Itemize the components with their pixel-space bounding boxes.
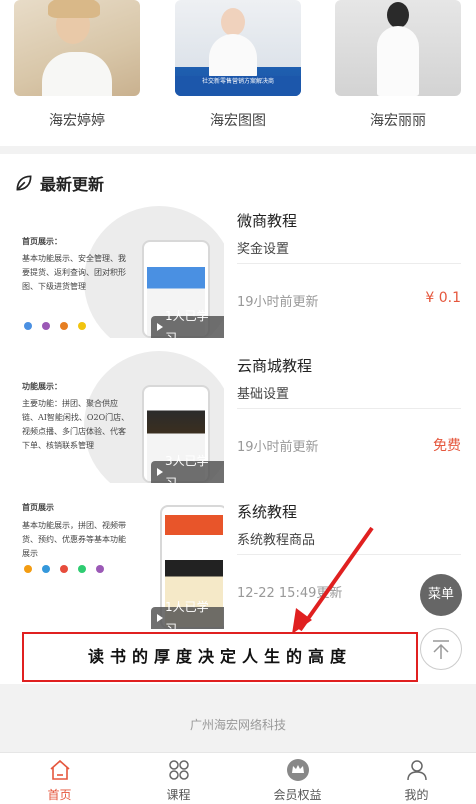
back-to-top-button[interactable] bbox=[420, 628, 462, 670]
thumbnail-doc: 首页展示： 基本功能展示、安全管理、我要提货、返利查询、团对积形图、下级进货管理 bbox=[22, 236, 126, 291]
course-update-time: 19小时前更新 bbox=[237, 440, 319, 455]
arrow-up-icon bbox=[433, 640, 449, 659]
home-icon bbox=[49, 759, 70, 780]
teacher-banner: 社交新零售营销方案解决商 bbox=[175, 76, 301, 96]
course-thumbnail: 首页展示 基本功能展示，拼团、视频带货、预约、优惠券等基本功能展示 1人已学习 bbox=[14, 497, 224, 629]
tab-membership[interactable]: 会员权益 bbox=[238, 753, 357, 804]
crown-icon bbox=[286, 759, 309, 781]
teacher-card[interactable]: 海宏婷婷 bbox=[14, 0, 140, 130]
course-item[interactable]: 功能展示： 主要功能：拼团、聚合供应链、AI智能闲找、O2O门店、视频点播、多门… bbox=[0, 351, 476, 493]
teacher-name: 海宏婷婷 bbox=[49, 113, 105, 129]
course-title: 云商城教程 bbox=[237, 357, 313, 375]
tab-home[interactable]: 首页 bbox=[0, 753, 119, 804]
section-title: 最新更新 bbox=[40, 175, 105, 194]
course-update-time: 19小时前更新 bbox=[237, 295, 319, 310]
teacher-photo bbox=[335, 0, 461, 96]
thumbnail-doc: 功能展示： 主要功能：拼团、聚合供应链、AI智能闲找、O2O门店、视频点播、多门… bbox=[22, 381, 130, 450]
teacher-strip: 海宏婷婷 社交新零售营销方案解决商 海宏图图 海宏丽丽 bbox=[0, 0, 476, 146]
leaf-icon bbox=[16, 175, 32, 191]
teacher-card[interactable]: 海宏丽丽 bbox=[335, 0, 461, 130]
course-thumbnail: 首页展示： 基本功能展示、安全管理、我要提货、返利查询、团对积形图、下级进货管理… bbox=[14, 206, 224, 338]
play-icon bbox=[157, 468, 163, 476]
motto-banner: 读书的厚度决定人生的高度 bbox=[22, 632, 418, 682]
course-subtitle: 奖金设置 bbox=[237, 238, 461, 264]
learners-badge: 1人已学习 bbox=[151, 600, 224, 629]
course-title: 微商教程 bbox=[237, 212, 298, 230]
course-item[interactable]: 首页展示： 基本功能展示、安全管理、我要提货、返利查询、团对积形图、下级进货管理… bbox=[0, 206, 476, 348]
course-price: 免费 bbox=[433, 438, 461, 454]
menu-button[interactable]: 菜单 bbox=[420, 574, 462, 616]
bottom-tab-bar: 首页 课程 会员权益 我的 bbox=[0, 752, 476, 804]
teacher-name: 海宏图图 bbox=[210, 113, 266, 129]
section-header: 最新更新 bbox=[14, 172, 104, 194]
company-footer: 广州海宏网络科技 bbox=[189, 718, 286, 732]
course-title: 系统教程 bbox=[237, 503, 298, 521]
tab-courses[interactable]: 课程 bbox=[119, 753, 238, 804]
grid-icon bbox=[168, 760, 189, 780]
teacher-card[interactable]: 社交新零售营销方案解决商 海宏图图 bbox=[175, 0, 301, 130]
teacher-name: 海宏丽丽 bbox=[370, 113, 426, 129]
course-subtitle: 基础设置 bbox=[237, 383, 461, 409]
play-icon bbox=[157, 614, 163, 622]
learners-badge: 1人已学习 bbox=[151, 309, 224, 338]
course-price: ¥ 0.1 bbox=[425, 290, 461, 306]
teacher-photo: 社交新零售营销方案解决商 bbox=[175, 0, 301, 96]
latest-updates-section: 最新更新 首页展示： 基本功能展示、安全管理、我要提货、返利查询、团对积形图、下… bbox=[0, 154, 476, 684]
course-update-time: 12-22 15:49更新 bbox=[237, 586, 343, 601]
play-icon bbox=[157, 323, 163, 331]
course-thumbnail: 功能展示： 主要功能：拼团、聚合供应链、AI智能闲找、O2O门店、视频点播、多门… bbox=[14, 351, 224, 483]
learners-badge: 3人已学习 bbox=[151, 454, 224, 483]
teacher-photo bbox=[14, 0, 140, 96]
user-icon bbox=[406, 760, 427, 781]
course-item[interactable]: 首页展示 基本功能展示，拼团、视频带货、预约、优惠券等基本功能展示 1人已学习 … bbox=[0, 497, 476, 639]
tab-profile[interactable]: 我的 bbox=[357, 753, 476, 804]
thumbnail-doc: 首页展示 基本功能展示，拼团、视频带货、预约、优惠券等基本功能展示 bbox=[22, 503, 126, 558]
course-subtitle: 系统教程商品 bbox=[237, 529, 461, 555]
page: 海宏婷婷 社交新零售营销方案解决商 海宏图图 海宏丽丽 最新更新 首页展示： 基… bbox=[0, 0, 476, 804]
